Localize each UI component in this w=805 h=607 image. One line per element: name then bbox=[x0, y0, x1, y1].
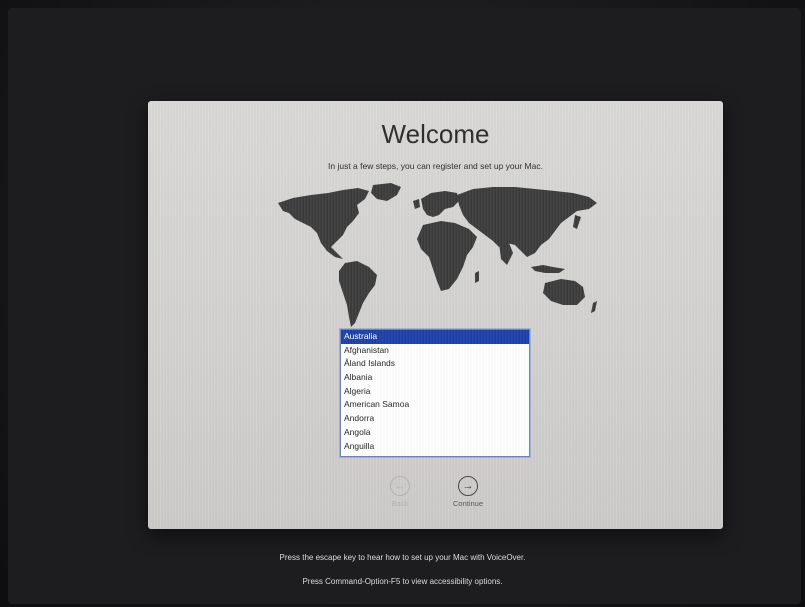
map-europe bbox=[421, 191, 459, 217]
list-item[interactable]: Afghanistan bbox=[341, 344, 529, 358]
list-item[interactable]: Åland Islands bbox=[341, 357, 529, 371]
map-north-america bbox=[278, 188, 369, 259]
list-item[interactable]: Anguilla bbox=[341, 440, 529, 454]
world-map bbox=[278, 183, 597, 327]
back-button[interactable]: ← Back bbox=[370, 476, 430, 508]
setup-assistant-window: Welcome In just a few steps, you can reg… bbox=[148, 101, 723, 529]
list-item[interactable]: Angola bbox=[341, 426, 529, 440]
country-list[interactable]: Australia Afghanistan Åland Islands Alba… bbox=[340, 329, 530, 457]
map-japan bbox=[573, 215, 581, 229]
map-madagascar bbox=[475, 271, 479, 283]
continue-label: Continue bbox=[452, 499, 484, 508]
voiceover-hint: Press the escape key to hear how to set … bbox=[279, 553, 526, 562]
map-greenland bbox=[371, 183, 401, 201]
page-subtitle: In just a few steps, you can register an… bbox=[328, 161, 543, 171]
map-indonesia bbox=[531, 265, 565, 273]
map-australia bbox=[543, 279, 585, 305]
continue-button[interactable]: → Continue bbox=[438, 476, 498, 508]
list-item[interactable]: Australia bbox=[341, 330, 529, 344]
map-new-zealand bbox=[591, 301, 597, 313]
accessibility-hint: Press Command-Option-F5 to view accessib… bbox=[302, 577, 503, 586]
left-arrow-circle-icon: ← bbox=[390, 476, 410, 496]
map-africa bbox=[417, 221, 477, 291]
map-india bbox=[499, 243, 513, 265]
back-label: Back bbox=[391, 499, 409, 508]
map-south-america bbox=[339, 261, 377, 327]
map-uk bbox=[413, 199, 420, 209]
list-item[interactable]: Andorra bbox=[341, 412, 529, 426]
list-item[interactable]: American Samoa bbox=[341, 398, 529, 412]
page-title: Welcome bbox=[381, 119, 490, 149]
list-item[interactable]: Albania bbox=[341, 371, 529, 385]
right-arrow-circle-icon: → bbox=[458, 476, 478, 496]
list-item[interactable]: Algeria bbox=[341, 385, 529, 399]
